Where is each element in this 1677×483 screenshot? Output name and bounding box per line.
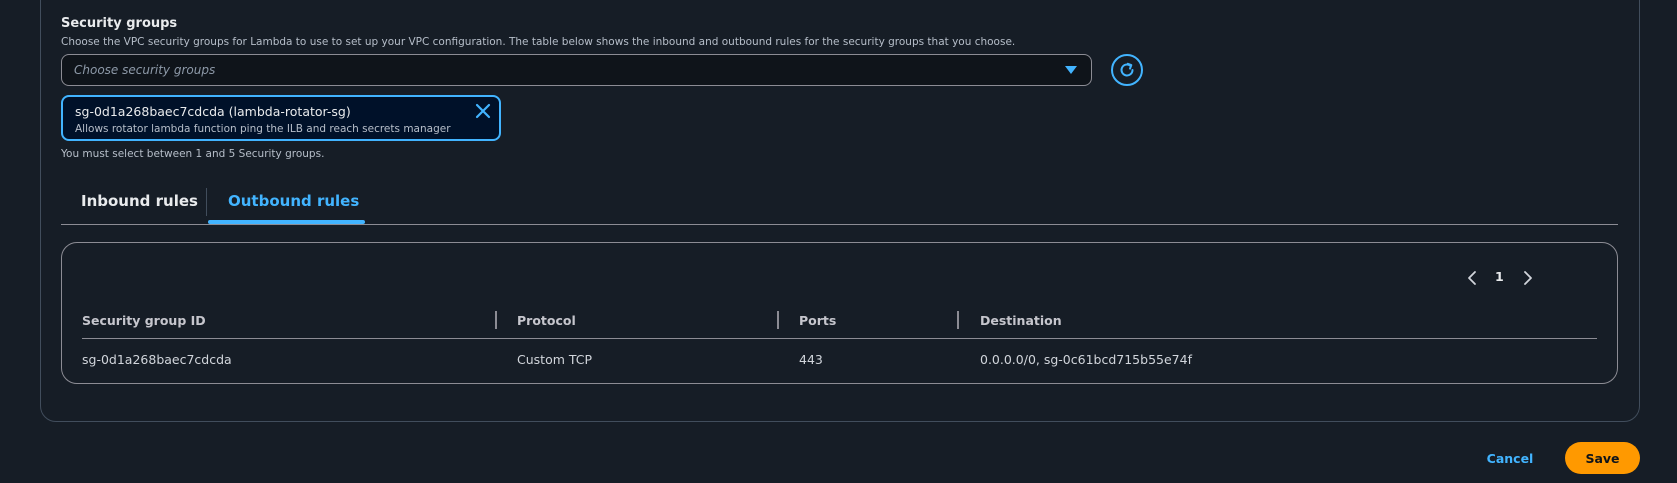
cancel-button[interactable]: Cancel	[1475, 443, 1545, 473]
table-header-divider	[82, 338, 1597, 339]
column-header-destination[interactable]: Destination	[980, 313, 1062, 328]
close-icon[interactable]	[475, 103, 491, 119]
tab-divider	[206, 188, 207, 216]
tab-inbound-rules[interactable]: Inbound rules	[81, 192, 198, 210]
table-cell-security-group-id: sg-0d1a268baec7cdcda	[82, 352, 232, 367]
column-header-protocol[interactable]: Protocol	[517, 313, 576, 328]
table-cell-destination: 0.0.0.0/0, sg-0c61bcd715b55e74f	[980, 352, 1192, 367]
security-groups-select-placeholder: Choose security groups	[74, 63, 216, 77]
token-description: Allows rotator lambda function ping the …	[75, 123, 451, 135]
security-groups-constraint: You must select between 1 and 5 Security…	[61, 148, 325, 160]
security-groups-description: Choose the VPC security groups for Lambd…	[61, 36, 1016, 48]
security-groups-title: Security groups	[61, 16, 178, 31]
pagination-current-page[interactable]: 1	[1495, 269, 1504, 284]
token-label: sg-0d1a268baec7cdcda (lambda-rotator-sg)	[75, 104, 351, 119]
table-cell-ports: 443	[799, 352, 823, 367]
column-resizer[interactable]	[777, 311, 779, 329]
chevron-right-icon[interactable]	[1521, 270, 1535, 286]
rules-tabs: Inbound rules Outbound rules	[61, 180, 1618, 225]
caret-down-icon	[1065, 66, 1077, 74]
column-header-security-group-id[interactable]: Security group ID	[82, 313, 206, 328]
column-resizer[interactable]	[495, 311, 497, 329]
selected-security-group-token: sg-0d1a268baec7cdcda (lambda-rotator-sg)…	[61, 95, 501, 141]
table-cell-protocol: Custom TCP	[517, 352, 593, 367]
column-resizer[interactable]	[957, 311, 959, 329]
refresh-icon	[1120, 62, 1134, 77]
security-groups-select[interactable]: Choose security groups	[61, 54, 1092, 86]
save-button[interactable]: Save	[1565, 442, 1640, 474]
tab-outbound-rules[interactable]: Outbound rules	[228, 192, 359, 210]
rules-table-container	[61, 242, 1618, 384]
column-header-ports[interactable]: Ports	[799, 313, 836, 328]
chevron-left-icon[interactable]	[1465, 270, 1479, 286]
refresh-security-groups-button[interactable]	[1111, 54, 1143, 86]
active-tab-indicator	[208, 220, 365, 224]
